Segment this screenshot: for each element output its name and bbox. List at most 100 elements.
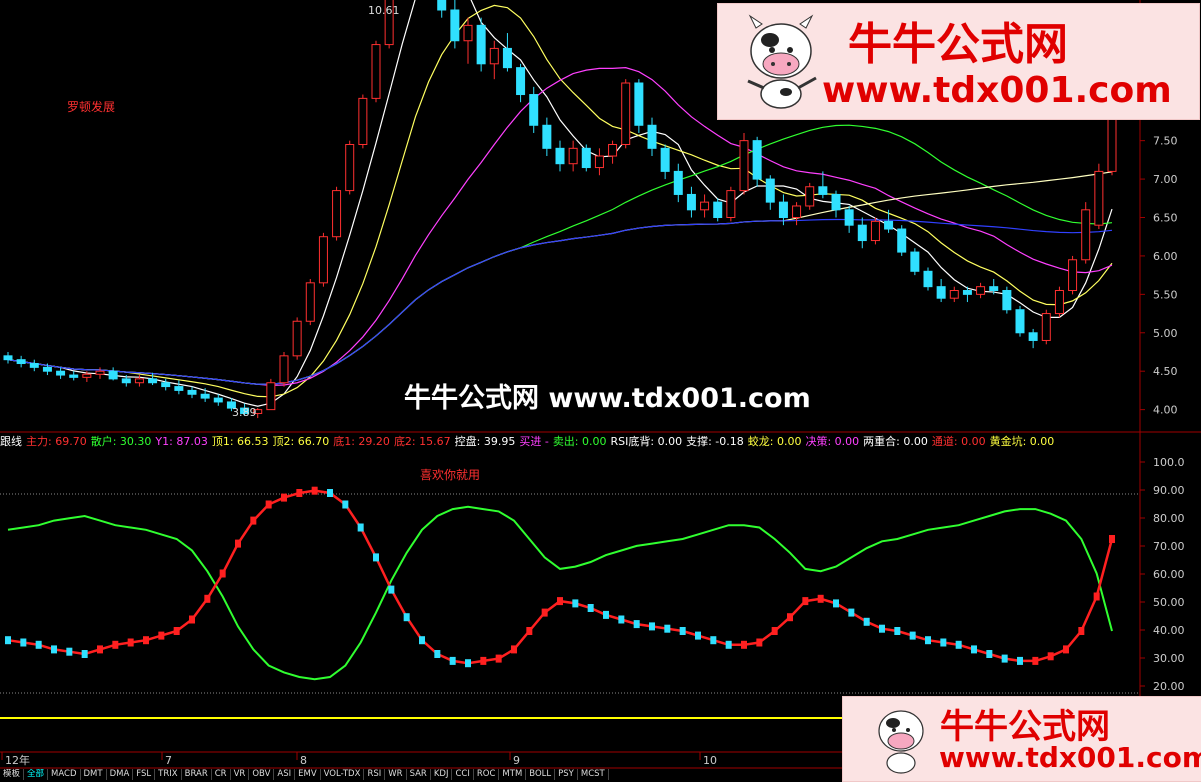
tab-模板[interactable]: 模板 — [0, 769, 25, 780]
candle-body — [805, 186, 815, 207]
candle-body — [568, 147, 578, 165]
indicator-value-17: 黄金坑: 0.00 — [989, 435, 1055, 448]
indicator-value-3: Y1: 87.03 — [155, 435, 208, 448]
force-bar — [419, 636, 425, 645]
candle-body — [608, 143, 618, 157]
force-bar — [679, 627, 686, 635]
indicator-value-11: RSI底背: 0.00 — [610, 435, 683, 448]
force-bar — [204, 594, 211, 603]
candle-body — [989, 286, 999, 292]
candle-body — [161, 382, 171, 388]
indicator-value-0: 跟线 — [0, 435, 22, 448]
candle-body — [1054, 290, 1064, 315]
tab-mtm[interactable]: MTM — [499, 769, 527, 780]
force-bar — [66, 647, 73, 656]
tab-cci[interactable]: CCI — [452, 769, 474, 780]
candle-body — [647, 124, 657, 149]
force-bar — [710, 636, 717, 645]
candle-body — [778, 201, 788, 218]
tab-vr[interactable]: VR — [231, 769, 250, 780]
indicator-tick-label: 100.0 — [1153, 456, 1185, 469]
force-bar — [741, 640, 747, 649]
indicator-tick-label: 90.00 — [1153, 484, 1185, 497]
force-bar — [112, 640, 119, 649]
tab-vol-tdx[interactable]: VOL-TDX — [321, 769, 365, 780]
tab-asi[interactable]: ASI — [274, 769, 296, 780]
force-bar — [633, 620, 640, 629]
tab-wr[interactable]: WR — [385, 769, 407, 780]
force-bar — [480, 656, 487, 665]
force-bar — [526, 627, 533, 635]
indicator-value-4: 顶1: 66.53 — [211, 435, 269, 448]
cow-mascot-icon — [747, 14, 817, 109]
force-bar — [817, 594, 824, 603]
candle-body — [332, 190, 342, 238]
candle-body — [29, 363, 39, 368]
tab-obv[interactable]: OBV — [249, 769, 275, 780]
force-bar — [342, 500, 349, 509]
candle-body — [292, 320, 302, 357]
candle-body — [108, 370, 118, 380]
force-bar — [434, 650, 441, 658]
price-tick-label: 6.00 — [1153, 250, 1178, 263]
main-force-line — [7, 489, 1114, 665]
tab-dmt[interactable]: DMT — [81, 769, 107, 780]
tab-cr[interactable]: CR — [212, 769, 231, 780]
indicator-value-6: 底1: 29.20 — [333, 435, 390, 448]
indicator-axis: 100.0 90.00 80.00 70.00 60.00 50.00 40.00 30.00… — [1140, 456, 1185, 693]
center-watermark: 牛牛公式网 www.tdx001.com — [404, 383, 811, 414]
tab-brar[interactable]: BRAR — [182, 769, 212, 780]
tab-kdj[interactable]: KDJ — [431, 769, 453, 780]
force-bar — [189, 615, 195, 624]
candle-body — [200, 393, 210, 399]
candle-body — [16, 359, 26, 365]
indicator-tick-label: 40.00 — [1153, 624, 1185, 637]
retail-line — [7, 505, 1113, 681]
force-bar — [449, 656, 456, 665]
tab-全部[interactable]: 全部 — [24, 769, 49, 780]
force-bar — [35, 640, 42, 649]
candle-body — [463, 24, 473, 42]
indicator-value-10: 卖出: 0.00 — [552, 435, 607, 448]
chart-stage: 8.508.007.507.006.506.005.505.004.504.00… — [0, 0, 1201, 782]
tab-boll[interactable]: BOLL — [526, 769, 556, 780]
force-bar — [802, 597, 809, 606]
force-bar — [265, 500, 272, 509]
tab-psy[interactable]: PSY — [555, 769, 578, 780]
candle-body — [621, 82, 631, 145]
candle-body — [673, 170, 683, 195]
indicator-tick-label: 20.00 — [1153, 680, 1185, 693]
candle-body — [1015, 309, 1025, 334]
tab-trix[interactable]: TRIX — [155, 769, 182, 780]
candle-body — [818, 186, 828, 195]
tab-rsi[interactable]: RSI — [364, 769, 386, 780]
force-bar — [787, 613, 793, 622]
force-bar — [219, 569, 226, 578]
tab-mcst[interactable]: MCST — [578, 769, 609, 780]
tab-dma[interactable]: DMA — [107, 769, 134, 780]
candle-body — [1041, 313, 1051, 341]
force-bar — [495, 654, 502, 663]
force-bar — [695, 631, 701, 640]
candle-body — [897, 228, 907, 253]
force-bar — [618, 615, 625, 624]
force-bar — [5, 636, 11, 645]
candle-body — [213, 397, 223, 403]
tab-macd[interactable]: MACD — [48, 769, 81, 780]
candle-body — [660, 147, 670, 172]
force-bar — [848, 608, 855, 617]
tab-fsl[interactable]: FSL — [133, 769, 156, 780]
tab-roc[interactable]: ROC — [474, 769, 500, 780]
date-tick-label: 9 — [513, 754, 520, 767]
force-bar — [296, 489, 303, 497]
tab-emv[interactable]: EMV — [295, 769, 321, 780]
candle-body — [450, 9, 460, 42]
stock-name: 罗顿发展 — [67, 100, 116, 114]
candle-body — [581, 147, 591, 169]
tab-sar[interactable]: SAR — [407, 769, 431, 780]
force-bar — [1017, 656, 1023, 665]
force-bar — [771, 627, 778, 635]
candle-body — [1107, 113, 1117, 172]
candle-body — [476, 24, 486, 65]
force-bar — [388, 585, 395, 594]
